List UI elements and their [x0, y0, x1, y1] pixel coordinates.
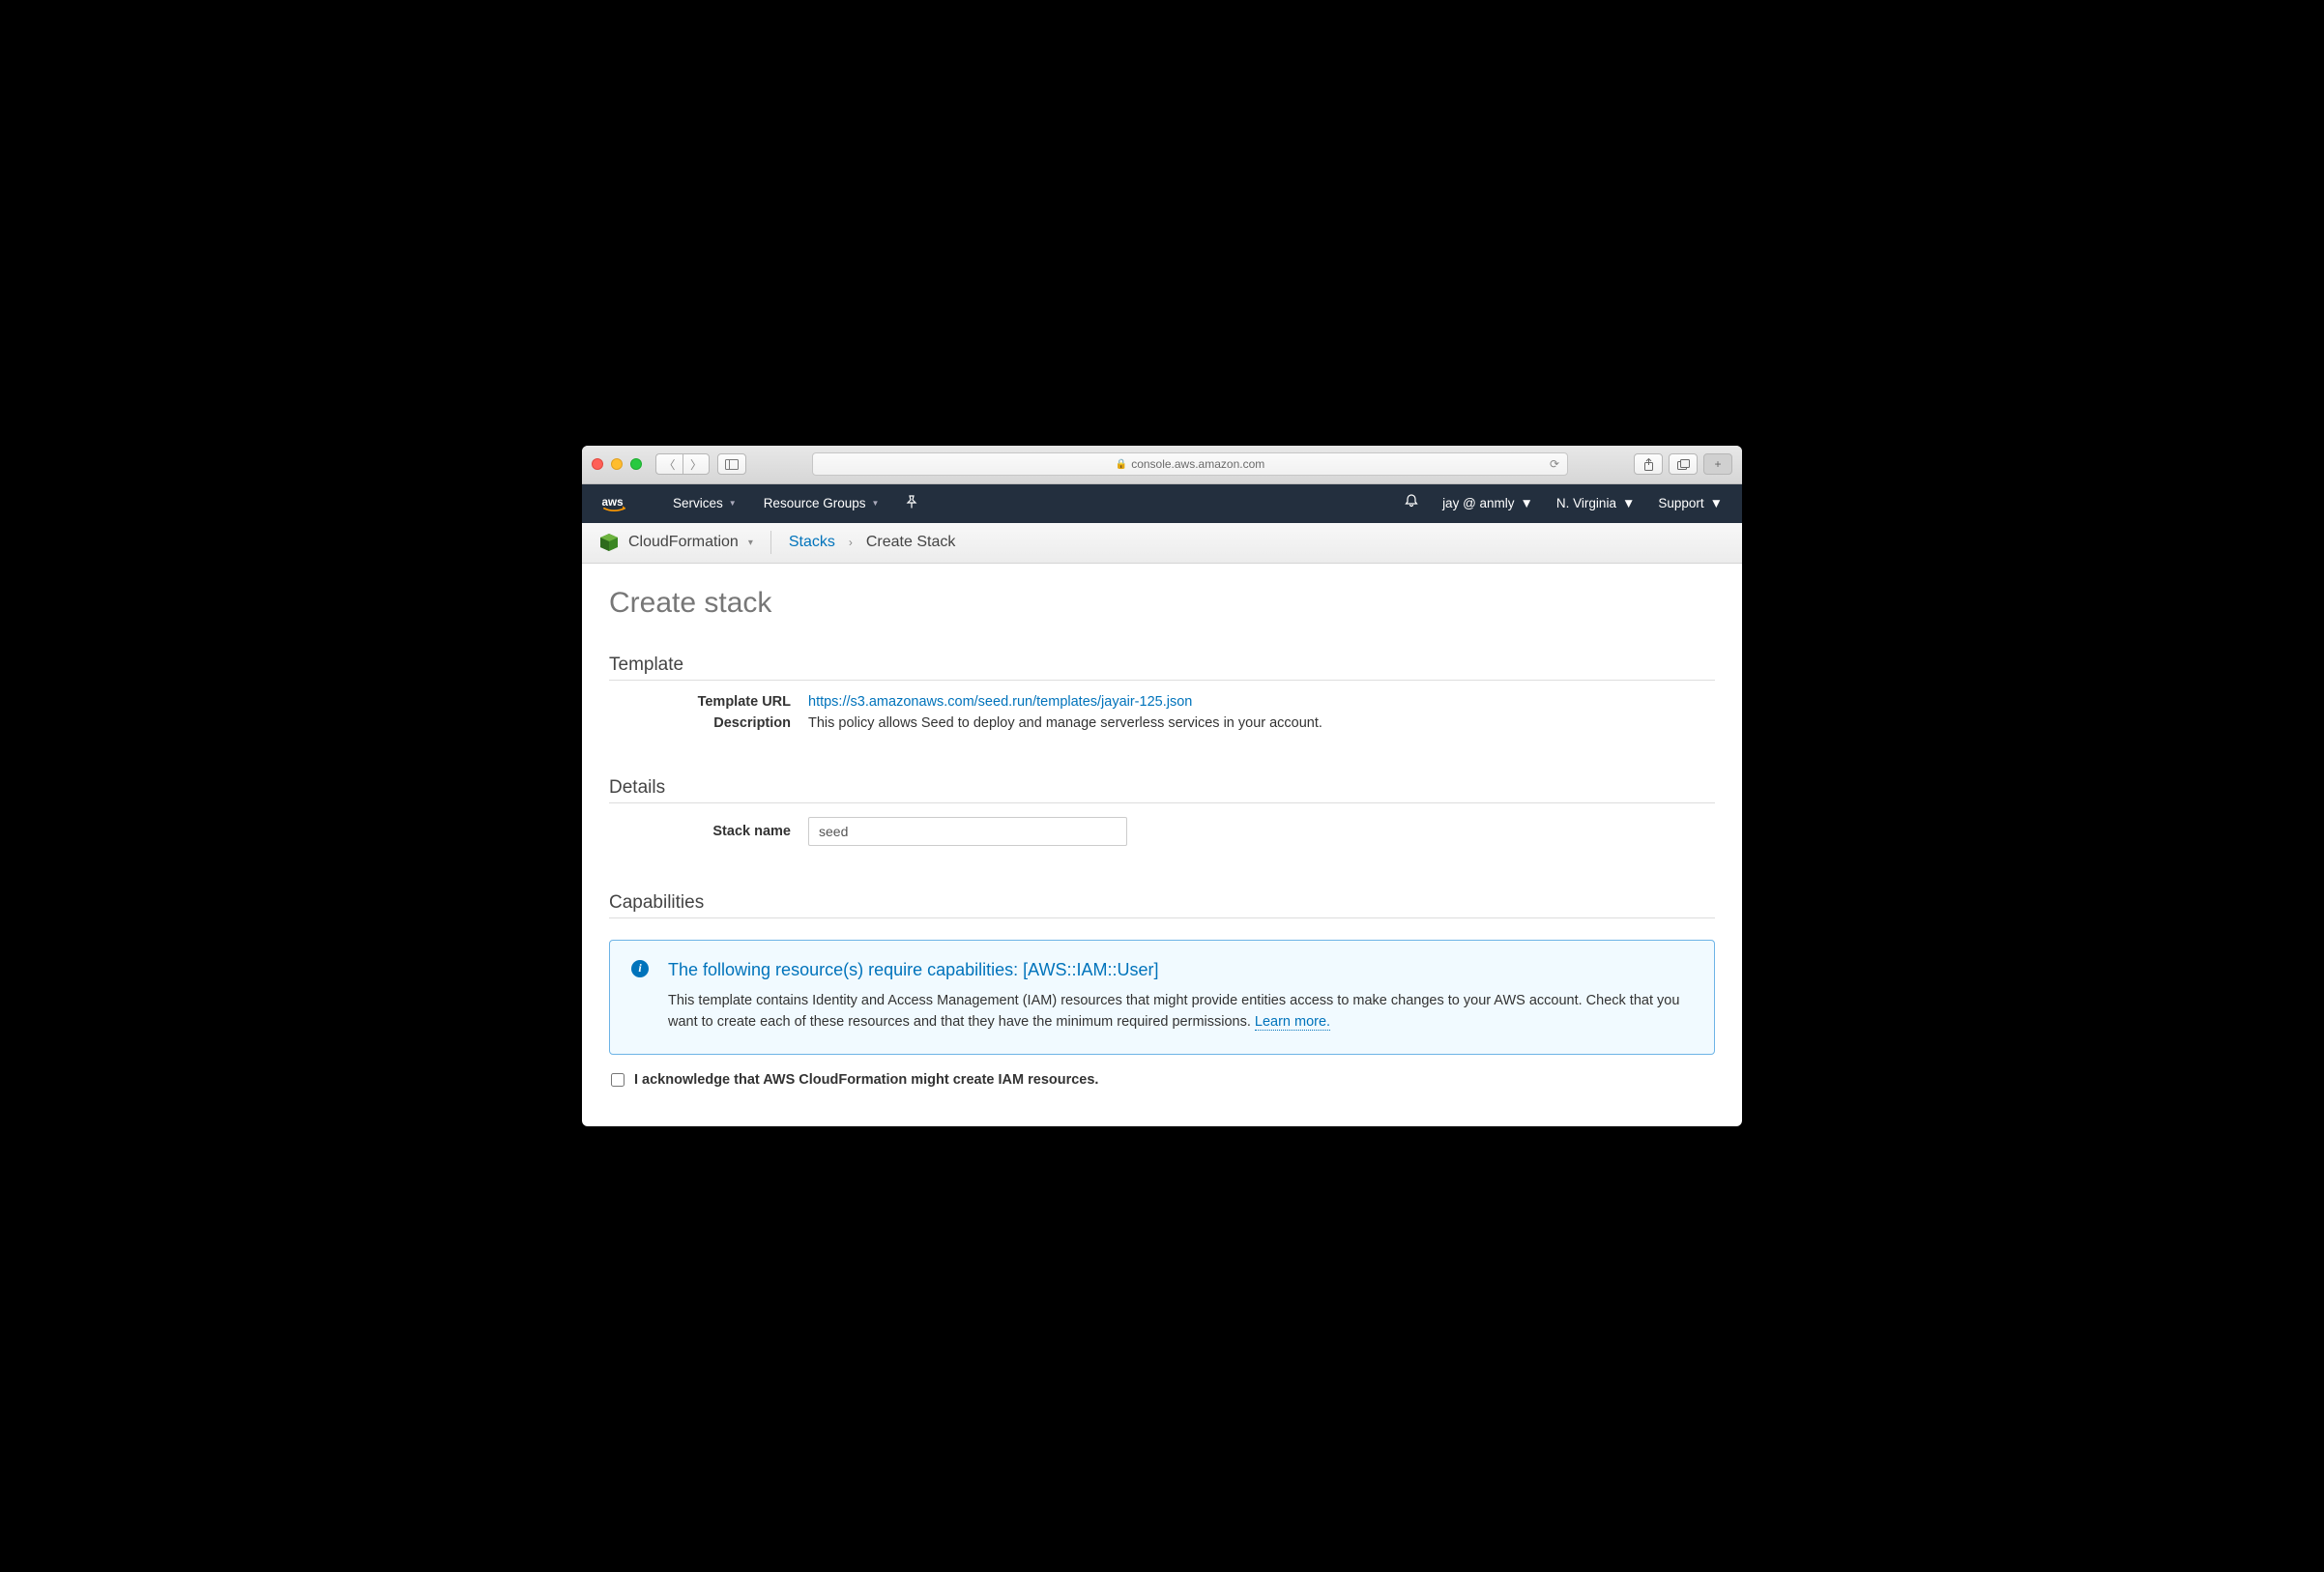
resource-groups-menu[interactable]: Resource Groups ▼	[764, 496, 880, 510]
page-body: Create stack Template Template URL https…	[582, 564, 1742, 1127]
service-selector[interactable]: CloudFormation ▾	[599, 533, 753, 552]
url-bar[interactable]: 🔒 console.aws.amazon.com ⟳	[812, 452, 1568, 476]
window-controls	[592, 458, 642, 470]
chevron-down-icon: ▼	[1622, 496, 1635, 510]
capabilities-info-box: i The following resource(s) require capa…	[609, 940, 1715, 1056]
browser-window: 〈 〉 🔒 console.aws.amazon.com ⟳ + aws	[582, 446, 1742, 1127]
fullscreen-window-button[interactable]	[630, 458, 642, 470]
chevron-down-icon: ▾	[748, 538, 753, 548]
aws-logo[interactable]: aws	[601, 495, 646, 512]
stack-name-label: Stack name	[609, 824, 808, 839]
resource-groups-label: Resource Groups	[764, 496, 866, 510]
service-name: CloudFormation	[628, 534, 739, 551]
cloudformation-icon	[599, 533, 619, 552]
breadcrumb-current: Create Stack	[866, 534, 955, 551]
share-button[interactable]	[1634, 453, 1663, 475]
breadcrumb-stacks-link[interactable]: Stacks	[789, 534, 835, 551]
minimize-window-button[interactable]	[611, 458, 623, 470]
chevron-down-icon: ▼	[872, 499, 880, 508]
info-body: This template contains Identity and Acce…	[668, 990, 1693, 1033]
breadcrumb: CloudFormation ▾ Stacks › Create Stack	[582, 523, 1742, 564]
account-menu[interactable]: jay @ anmly ▼	[1442, 496, 1533, 510]
stack-name-input[interactable]	[808, 817, 1127, 846]
notifications-icon[interactable]	[1404, 493, 1419, 513]
breadcrumb-separator: ›	[849, 536, 853, 549]
pin-icon[interactable]	[906, 495, 917, 511]
services-menu[interactable]: Services ▼	[673, 496, 737, 510]
support-menu[interactable]: Support ▼	[1658, 496, 1723, 510]
chevron-down-icon: ▼	[729, 499, 737, 508]
divider	[770, 531, 771, 554]
tabs-button[interactable]	[1669, 453, 1698, 475]
acknowledge-row[interactable]: I acknowledge that AWS CloudFormation mi…	[609, 1072, 1715, 1088]
close-window-button[interactable]	[592, 458, 603, 470]
page-title: Create stack	[609, 587, 1715, 620]
region-menu[interactable]: N. Virginia ▼	[1556, 496, 1635, 510]
template-section-title: Template	[609, 655, 1715, 681]
forward-button[interactable]: 〉	[683, 453, 710, 475]
region-label: N. Virginia	[1556, 496, 1616, 510]
chevron-down-icon: ▼	[1710, 496, 1723, 510]
info-title: The following resource(s) require capabi…	[668, 960, 1693, 980]
details-section-title: Details	[609, 777, 1715, 803]
sidebar-toggle-button[interactable]	[717, 453, 746, 475]
description-value: This policy allows Seed to deploy and ma…	[808, 715, 1322, 731]
reload-icon[interactable]: ⟳	[1550, 457, 1559, 471]
info-body-text: This template contains Identity and Acce…	[668, 993, 1679, 1030]
template-url-label: Template URL	[609, 694, 808, 710]
acknowledge-checkbox[interactable]	[611, 1073, 625, 1087]
account-label: jay @ anmly	[1442, 496, 1514, 510]
aws-top-nav: aws Services ▼ Resource Groups ▼ jay @ a…	[582, 484, 1742, 523]
nav-buttons: 〈 〉	[655, 453, 710, 475]
url-text: console.aws.amazon.com	[1131, 457, 1264, 471]
chevron-down-icon: ▼	[1521, 496, 1533, 510]
services-label: Services	[673, 496, 723, 510]
svg-text:aws: aws	[602, 495, 625, 508]
acknowledge-label: I acknowledge that AWS CloudFormation mi…	[634, 1072, 1098, 1088]
lock-icon: 🔒	[1116, 459, 1127, 470]
learn-more-link[interactable]: Learn more.	[1255, 1014, 1330, 1031]
support-label: Support	[1658, 496, 1703, 510]
info-icon: i	[631, 960, 649, 977]
back-button[interactable]: 〈	[655, 453, 683, 475]
capabilities-section-title: Capabilities	[609, 892, 1715, 918]
new-tab-button[interactable]: +	[1703, 453, 1732, 475]
browser-titlebar: 〈 〉 🔒 console.aws.amazon.com ⟳ +	[582, 446, 1742, 484]
description-label: Description	[609, 715, 808, 731]
template-url-link[interactable]: https://s3.amazonaws.com/seed.run/templa…	[808, 694, 1192, 710]
